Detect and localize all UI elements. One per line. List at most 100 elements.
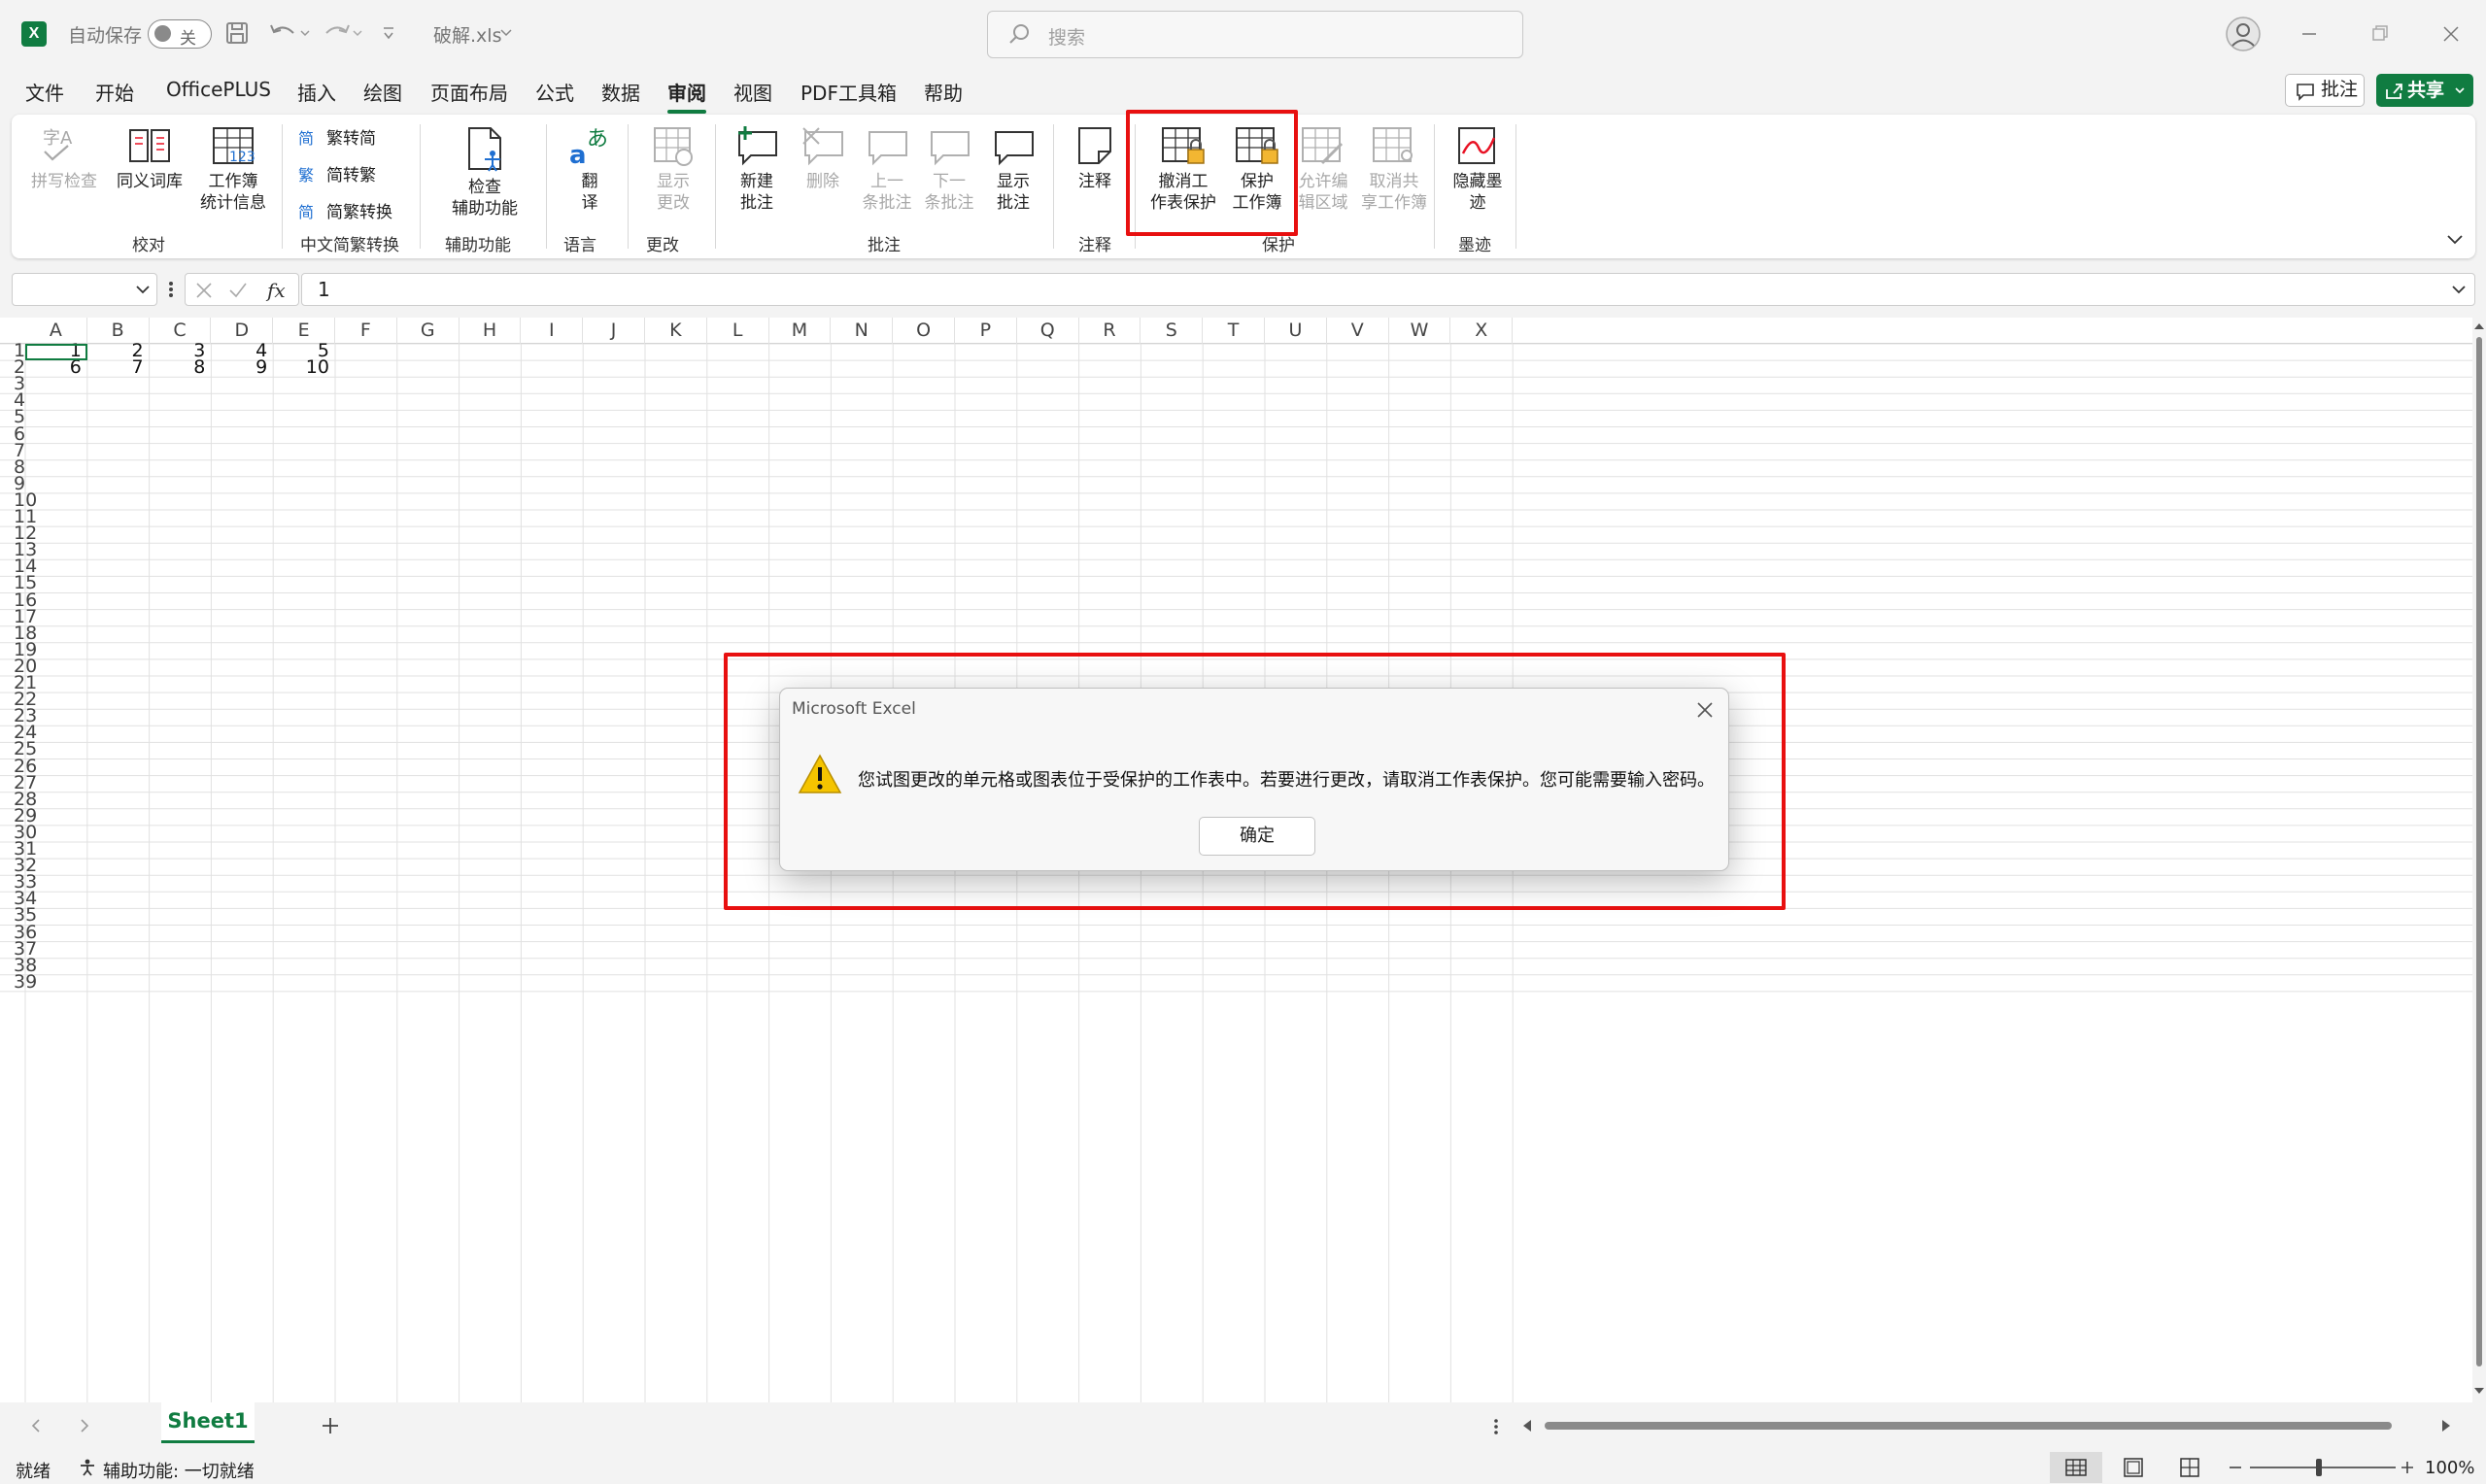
- column-header-q[interactable]: Q: [1017, 318, 1079, 344]
- tab-formulas[interactable]: 公式: [535, 78, 574, 106]
- column-header-u[interactable]: U: [1265, 318, 1327, 344]
- zoom-out-icon[interactable]: [2228, 1459, 2243, 1476]
- normal-view-button[interactable]: [2050, 1452, 2102, 1483]
- cell-b2[interactable]: 7: [87, 358, 144, 377]
- column-header-x[interactable]: X: [1450, 318, 1514, 344]
- scroll-left-icon[interactable]: [1521, 1419, 1533, 1433]
- tab-home[interactable]: 开始: [95, 78, 134, 106]
- add-sheet-icon[interactable]: [321, 1416, 340, 1435]
- column-header-j[interactable]: J: [583, 318, 645, 344]
- row-header[interactable]: 39: [0, 972, 41, 991]
- next-comment-button[interactable]: 下一 条批注: [915, 124, 983, 214]
- chevron-down-icon[interactable]: [499, 27, 513, 39]
- close-icon[interactable]: [1695, 700, 1715, 720]
- cell-a2[interactable]: 6: [25, 358, 82, 377]
- zoom-slider[interactable]: [2250, 1467, 2396, 1468]
- tab-view[interactable]: 视图: [733, 78, 772, 106]
- delete-comment-button[interactable]: 删除: [789, 124, 857, 192]
- cell-c2[interactable]: 8: [150, 358, 205, 377]
- notes-button[interactable]: 注释: [1061, 124, 1129, 192]
- chinese-conversion-button[interactable]: 简 简繁转换: [297, 198, 392, 223]
- search-input[interactable]: 搜索: [987, 11, 1523, 58]
- column-header-g[interactable]: G: [397, 318, 460, 344]
- account-avatar-icon[interactable]: [2225, 16, 2262, 52]
- page-layout-view-icon[interactable]: [2123, 1458, 2144, 1477]
- tab-help[interactable]: 帮助: [924, 78, 963, 106]
- cell-e2[interactable]: 10: [273, 358, 329, 377]
- column-header-w[interactable]: W: [1389, 318, 1451, 344]
- column-header-o[interactable]: O: [893, 318, 955, 344]
- new-comment-button[interactable]: 新建 批注: [723, 124, 791, 214]
- tab-page-layout[interactable]: 页面布局: [430, 78, 508, 106]
- accessibility-icon[interactable]: [78, 1458, 97, 1477]
- column-header-h[interactable]: H: [460, 318, 522, 344]
- show-changes-button[interactable]: 显示 更改: [633, 124, 713, 214]
- thesaurus-button[interactable]: 同义词库: [113, 124, 187, 192]
- tab-data[interactable]: 数据: [601, 78, 640, 106]
- tab-insert[interactable]: 插入: [297, 78, 336, 106]
- cancel-icon[interactable]: [195, 282, 213, 299]
- column-header-l[interactable]: L: [707, 318, 769, 344]
- page-break-view-icon[interactable]: [2179, 1458, 2200, 1477]
- translate-button[interactable]: aあ 翻 译: [556, 124, 624, 214]
- spell-check-button[interactable]: 字A 拼写检查: [31, 124, 97, 192]
- tab-officeplus[interactable]: OfficePLUS: [166, 78, 271, 101]
- column-header-m[interactable]: M: [769, 318, 832, 344]
- column-header-s[interactable]: S: [1141, 318, 1204, 344]
- zoom-slider-thumb[interactable]: [2316, 1459, 2322, 1476]
- tab-pdf-tools[interactable]: PDF工具箱: [800, 78, 897, 106]
- scroll-right-icon[interactable]: [2440, 1419, 2452, 1433]
- tab-file[interactable]: 文件: [25, 78, 64, 106]
- cell-d2[interactable]: 9: [211, 358, 267, 377]
- hide-ink-button[interactable]: 隐藏墨 迹: [1444, 124, 1512, 214]
- undo-icon[interactable]: [268, 21, 311, 45]
- customize-qat-icon[interactable]: [381, 25, 396, 41]
- vertical-scrollbar[interactable]: [2472, 318, 2486, 1402]
- column-header-t[interactable]: T: [1203, 318, 1265, 344]
- next-sheet-icon[interactable]: [78, 1418, 91, 1433]
- formula-bar[interactable]: 1: [301, 273, 2475, 306]
- column-header-n[interactable]: N: [831, 318, 894, 344]
- traditional-to-simplified-button[interactable]: 简 繁转简: [297, 124, 376, 150]
- check-accessibility-button[interactable]: 检查 辅助功能: [435, 124, 534, 219]
- simplified-to-traditional-button[interactable]: 繁 简转繁: [297, 161, 376, 186]
- column-header-v[interactable]: V: [1327, 318, 1389, 344]
- redo-icon[interactable]: [321, 21, 363, 45]
- comments-button[interactable]: 批注: [2285, 74, 2365, 107]
- column-header-f[interactable]: F: [335, 318, 397, 344]
- chevron-down-icon[interactable]: [2454, 86, 2466, 96]
- ok-button[interactable]: 确定: [1199, 817, 1315, 856]
- name-box[interactable]: [12, 273, 157, 306]
- tab-review[interactable]: 审阅: [667, 78, 706, 114]
- more-options-icon[interactable]: [1490, 1416, 1502, 1437]
- expand-formula-icon[interactable]: [2451, 285, 2467, 296]
- enter-icon[interactable]: [228, 282, 248, 299]
- zoom-in-icon[interactable]: [2400, 1459, 2415, 1476]
- scroll-down-icon[interactable]: [2473, 1386, 2485, 1396]
- previous-comment-button[interactable]: 上一 条批注: [853, 124, 921, 214]
- minimize-icon[interactable]: [2293, 17, 2326, 51]
- insert-function-icon[interactable]: fx: [265, 278, 290, 303]
- status-accessibility[interactable]: 辅助功能: 一切就绪: [103, 1458, 255, 1483]
- previous-sheet-icon[interactable]: [29, 1418, 43, 1433]
- show-comments-button[interactable]: 显示 批注: [979, 124, 1047, 214]
- column-header-i[interactable]: I: [521, 318, 584, 344]
- scroll-up-icon[interactable]: [2473, 321, 2485, 331]
- restore-icon[interactable]: [2363, 17, 2396, 51]
- zoom-level[interactable]: 100%: [2425, 1458, 2474, 1478]
- autosave-toggle[interactable]: 关: [148, 19, 212, 49]
- save-icon[interactable]: [225, 21, 249, 45]
- horizontal-scroll-thumb[interactable]: [1545, 1422, 2392, 1430]
- share-button[interactable]: 共享: [2376, 74, 2473, 107]
- file-name[interactable]: 破解.xls: [433, 21, 501, 48]
- vertical-scroll-thumb[interactable]: [2476, 337, 2482, 1366]
- collapse-ribbon-icon[interactable]: [2446, 233, 2464, 247]
- more-options-icon[interactable]: [165, 278, 177, 301]
- close-window-icon[interactable]: [2435, 17, 2468, 51]
- column-header-k[interactable]: K: [645, 318, 707, 344]
- column-header-p[interactable]: P: [955, 318, 1017, 344]
- sheet-tab[interactable]: Sheet1: [161, 1402, 255, 1443]
- workbook-statistics-button[interactable]: 123 工作簿 统计信息: [196, 124, 270, 214]
- column-header-r[interactable]: R: [1079, 318, 1141, 344]
- tab-draw[interactable]: 绘图: [363, 78, 402, 106]
